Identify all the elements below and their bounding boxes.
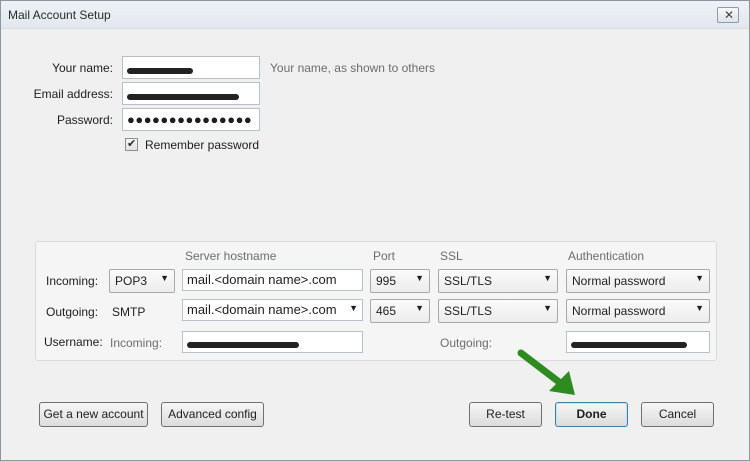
outgoing-ssl-value: SSL/TLS — [444, 304, 493, 318]
header-port: Port — [373, 249, 396, 263]
incoming-label: Incoming: — [46, 274, 99, 288]
mail-account-setup-dialog: Mail Account Setup ✕ Your name: Your nam… — [0, 0, 750, 461]
checkmark-icon: ✔ — [127, 138, 137, 150]
name-label: Your name: — [52, 61, 113, 75]
password-value: ●●●●●●●●●●●●●●● — [127, 112, 253, 127]
dropdown-arrow-icon: ▼ — [695, 273, 704, 283]
username-label: Username: — [44, 335, 103, 349]
name-field[interactable] — [122, 56, 260, 79]
outgoing-auth-select[interactable]: Normal password ▼ — [566, 299, 710, 323]
name-hint: Your name, as shown to others — [270, 61, 435, 75]
dropdown-arrow-icon: ▼ — [543, 303, 552, 313]
remember-password-label: Remember password — [145, 138, 260, 152]
header-ssl: SSL — [440, 249, 463, 263]
dropdown-arrow-icon: ▼ — [543, 273, 552, 283]
outgoing-ssl-select[interactable]: SSL/TLS ▼ — [438, 299, 558, 323]
dropdown-arrow-icon: ▼ — [160, 273, 169, 283]
incoming-protocol-value: POP3 — [115, 274, 148, 288]
incoming-hostname-field[interactable]: mail.<domain name>.com — [182, 269, 363, 291]
retest-button[interactable]: Re-test — [469, 402, 542, 427]
window-title: Mail Account Setup — [8, 8, 111, 22]
password-label: Password: — [56, 113, 113, 127]
email-field[interactable] — [122, 82, 260, 105]
outgoing-auth-value: Normal password — [572, 304, 666, 318]
outgoing-hostname-value: mail.<domain name>.com — [187, 302, 337, 317]
incoming-auth-select[interactable]: Normal password ▼ — [566, 269, 710, 293]
redacted-incoming-username — [187, 341, 299, 348]
incoming-ssl-value: SSL/TLS — [444, 274, 493, 288]
username-incoming-label: Incoming: — [110, 336, 163, 350]
redacted-email — [127, 94, 239, 101]
close-button[interactable]: ✕ — [717, 7, 739, 23]
cancel-button[interactable]: Cancel — [641, 402, 714, 427]
title-bar: Mail Account Setup ✕ — [1, 1, 749, 29]
dropdown-arrow-icon: ▼ — [415, 273, 424, 283]
username-outgoing-label: Outgoing: — [440, 336, 493, 350]
outgoing-hostname-field[interactable]: mail.<domain name>.com ▼ — [182, 299, 363, 321]
redacted-name — [127, 68, 193, 75]
incoming-port-select[interactable]: 995 ▼ — [370, 269, 430, 293]
outgoing-label: Outgoing: — [46, 305, 99, 319]
incoming-ssl-select[interactable]: SSL/TLS ▼ — [438, 269, 558, 293]
dropdown-arrow-icon: ▼ — [415, 303, 424, 313]
dropdown-arrow-icon: ▼ — [349, 303, 358, 313]
outgoing-username-field[interactable] — [566, 331, 710, 353]
advanced-config-button[interactable]: Advanced config — [161, 402, 264, 427]
get-new-account-button[interactable]: Get a new account — [39, 402, 148, 427]
header-hostname: Server hostname — [185, 249, 277, 263]
email-label: Email address: — [33, 87, 113, 101]
server-settings-panel: Server hostname Port SSL Authentication … — [35, 241, 717, 361]
outgoing-port-value: 465 — [376, 304, 397, 318]
incoming-protocol-select[interactable]: POP3 ▼ — [109, 269, 175, 293]
password-field[interactable]: ●●●●●●●●●●●●●●● — [122, 108, 260, 131]
incoming-port-value: 995 — [376, 274, 397, 288]
annotation-arrow-icon — [517, 349, 575, 395]
incoming-hostname-value: mail.<domain name>.com — [187, 272, 337, 287]
outgoing-port-select[interactable]: 465 ▼ — [370, 299, 430, 323]
done-button[interactable]: Done — [555, 402, 628, 427]
incoming-auth-value: Normal password — [572, 274, 666, 288]
dropdown-arrow-icon: ▼ — [695, 303, 704, 313]
incoming-username-field[interactable] — [182, 331, 363, 353]
remember-password-checkbox[interactable]: ✔ — [125, 138, 138, 151]
redacted-outgoing-username — [571, 341, 687, 348]
header-authentication: Authentication — [568, 249, 645, 263]
close-icon: ✕ — [724, 8, 735, 22]
outgoing-protocol: SMTP — [112, 305, 146, 319]
